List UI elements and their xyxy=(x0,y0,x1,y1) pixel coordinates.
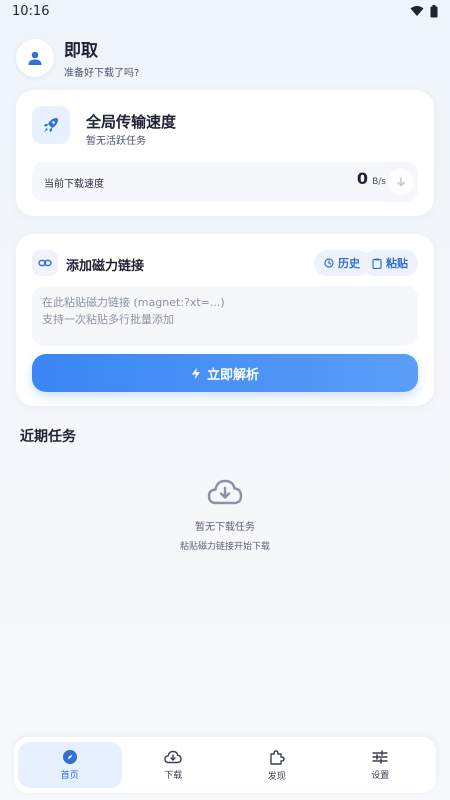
magnet-title: 添加磁力链接 xyxy=(66,259,145,274)
app-subtitle: 准备好下载了吗? xyxy=(64,68,140,79)
app-header: 即取 准备好下载了吗? xyxy=(16,36,434,79)
recent-tasks-title: 近期任务 xyxy=(20,429,76,445)
paste-button[interactable]: 粘贴 xyxy=(362,250,418,276)
cloud-download-icon xyxy=(164,750,182,763)
parse-button[interactable]: 立即解析 xyxy=(32,354,418,392)
nav-label-downloads: 下载 xyxy=(164,770,183,781)
wifi-icon xyxy=(410,6,424,16)
nav-label-discover: 发现 xyxy=(267,771,286,782)
header-texts: 即取 准备好下载了吗? xyxy=(64,36,139,79)
nav-label-home: 首页 xyxy=(60,770,79,781)
app-title: 即取 xyxy=(64,41,98,61)
paste-label: 粘贴 xyxy=(386,257,408,270)
download-arrow-badge xyxy=(388,169,414,195)
status-time: 10:16 xyxy=(12,3,50,19)
status-icons xyxy=(410,4,438,18)
magnet-input-placeholder-2: 支持一次粘贴多行批量添加 xyxy=(42,313,174,326)
empty-subtitle: 粘贴磁力链接开始下载 xyxy=(179,542,270,552)
bottom-nav: 首页 下载 发现 设置 xyxy=(14,737,436,793)
current-speed-unit: B/s xyxy=(372,177,386,187)
empty-state: 暂无下载任务 粘贴磁力链接开始下载 xyxy=(0,478,450,552)
arrow-down-icon xyxy=(397,177,405,187)
nav-label-settings: 设置 xyxy=(371,770,390,781)
nav-item-home[interactable]: 首页 xyxy=(18,742,122,788)
parse-label: 立即解析 xyxy=(206,367,259,383)
speed-title: 全局传输速度 xyxy=(86,113,177,131)
magnet-input[interactable]: 在此粘贴磁力链接 (magnet:?xt=...) 支持一次粘贴多行批量添加 xyxy=(32,286,418,346)
magnet-card: 添加磁力链接 历史 粘贴 在此粘贴磁力链接 (magnet:?xt=...) 支… xyxy=(16,234,434,406)
speed-subtitle: 暂无活跃任务 xyxy=(86,136,146,147)
compass-icon xyxy=(62,749,77,764)
history-label: 历史 xyxy=(338,257,360,270)
battery-icon xyxy=(430,4,438,17)
current-speed-label: 当前下载速度 xyxy=(44,179,104,190)
magnet-input-placeholder-1: 在此粘贴磁力链接 (magnet:?xt=...) xyxy=(42,296,225,309)
empty-title: 暂无下载任务 xyxy=(195,522,255,533)
sliders-icon xyxy=(372,749,388,764)
current-speed-value: 0 xyxy=(356,169,368,188)
rocket-icon xyxy=(44,118,58,132)
status-bar: 10:16 xyxy=(0,0,450,22)
lightning-icon xyxy=(191,367,200,379)
nav-item-discover[interactable]: 发现 xyxy=(225,742,329,788)
rocket-icon-box xyxy=(32,106,70,144)
clipboard-icon xyxy=(372,258,382,269)
cloud-download-icon xyxy=(207,479,243,505)
nav-item-settings[interactable]: 设置 xyxy=(329,742,433,788)
link-icon xyxy=(38,259,52,267)
nav-item-downloads[interactable]: 下载 xyxy=(122,742,226,788)
speed-card: 全局传输速度 暂无活跃任务 当前下载速度 0 B/s xyxy=(16,90,434,216)
current-speed-panel: 当前下载速度 0 B/s xyxy=(32,162,418,202)
puzzle-icon xyxy=(270,749,285,765)
avatar[interactable] xyxy=(16,38,54,77)
user-icon xyxy=(28,51,42,65)
history-icon xyxy=(324,258,334,268)
link-icon-box xyxy=(32,250,58,276)
